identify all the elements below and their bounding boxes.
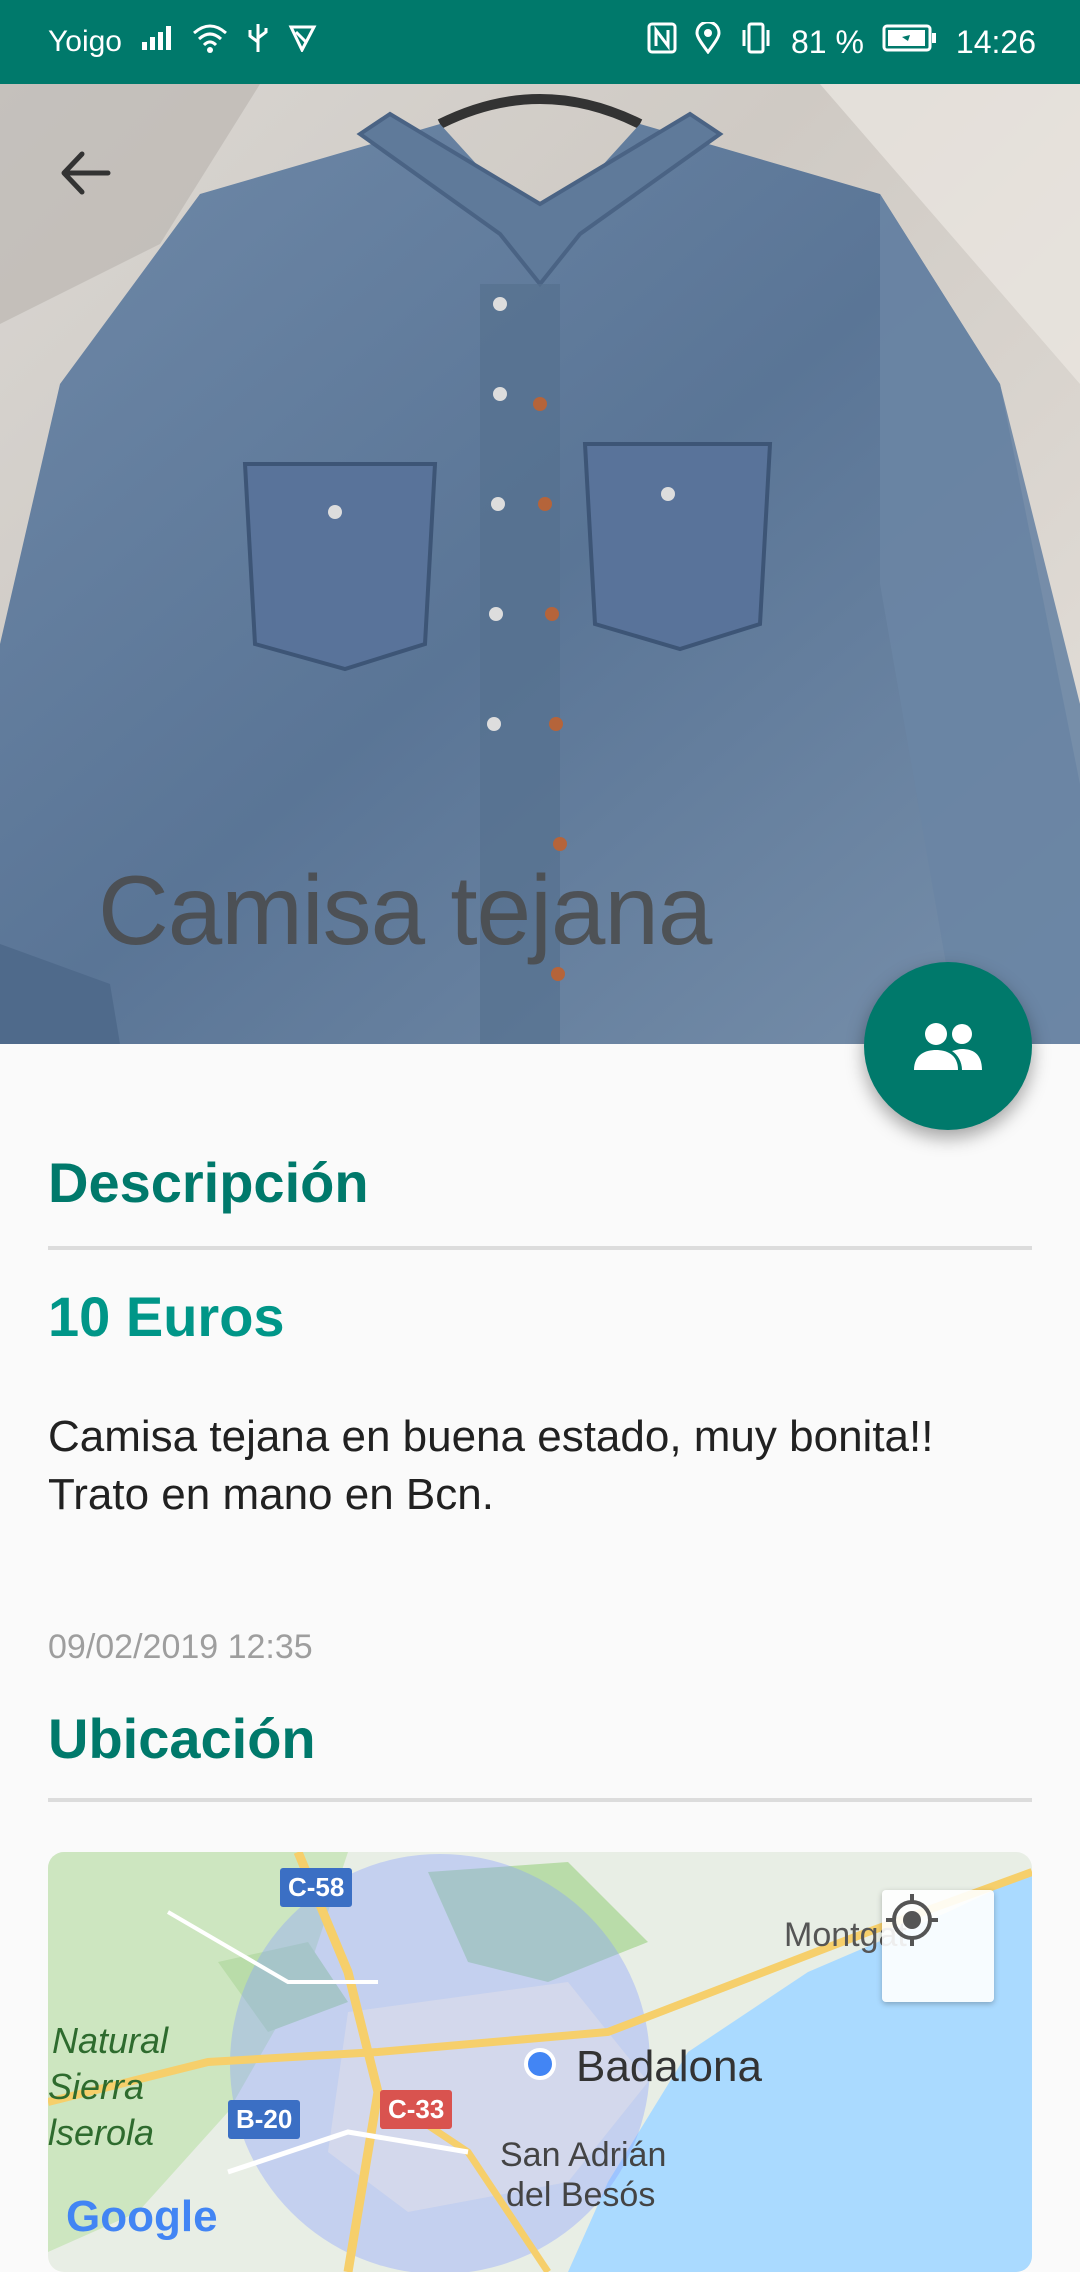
road-badge-c58: C-58 <box>280 1868 353 1907</box>
road-badge-c33: C-33 <box>380 2090 453 2129</box>
carrier-label: Yoigo <box>48 25 122 58</box>
map-label-park-2: Sierra <box>48 2066 145 2107</box>
wifi-icon <box>192 23 228 61</box>
arrow-back-icon <box>61 151 111 195</box>
status-bar: Yoigo 81 % 14:26 <box>0 0 1080 84</box>
vibrate-icon <box>739 22 773 62</box>
my-location-button[interactable] <box>882 1890 994 2002</box>
description-heading: Descripción <box>48 1151 369 1214</box>
description-divider <box>48 1246 1032 1250</box>
price-label: 10 Euros <box>48 1285 285 1348</box>
description-text: Camisa tejana en buena estado, muy bonit… <box>48 1412 934 1519</box>
post-date: 09/02/2019 12:35 <box>48 1628 313 1666</box>
location-map[interactable]: C-58 B-20 C-33 Montgat Badalona San Adri… <box>48 1852 1032 2272</box>
map-label-park-3: lserola <box>48 2112 155 2153</box>
map-label-park-1: Natural <box>52 2020 169 2061</box>
back-button[interactable] <box>50 138 120 208</box>
map-label-badalona: Badalona <box>576 2042 762 2091</box>
map-label-del-besos: del Besós <box>506 2176 656 2214</box>
people-icon <box>914 1023 982 1070</box>
location-icon <box>695 20 721 62</box>
map-label-san-adrian: San Adrián <box>500 2136 667 2174</box>
product-title: Camisa tejana <box>98 855 712 965</box>
road-badge-b20: B-20 <box>228 2100 301 2139</box>
location-heading: Ubicación <box>48 1707 316 1770</box>
battery-icon <box>882 23 938 61</box>
contact-fab-button[interactable] <box>864 962 1032 1130</box>
google-logo: Google <box>66 2192 218 2241</box>
battery-percent: 81 % <box>790 23 864 60</box>
usb-icon <box>246 22 270 62</box>
my-location-icon <box>886 1894 938 1946</box>
cast-icon <box>288 24 318 60</box>
location-divider <box>48 1798 1032 1802</box>
product-image: Camisa tejana <box>0 84 1080 1044</box>
clock: 14:26 <box>955 23 1036 60</box>
nfc-icon <box>647 22 677 62</box>
signal-icon <box>140 24 174 60</box>
